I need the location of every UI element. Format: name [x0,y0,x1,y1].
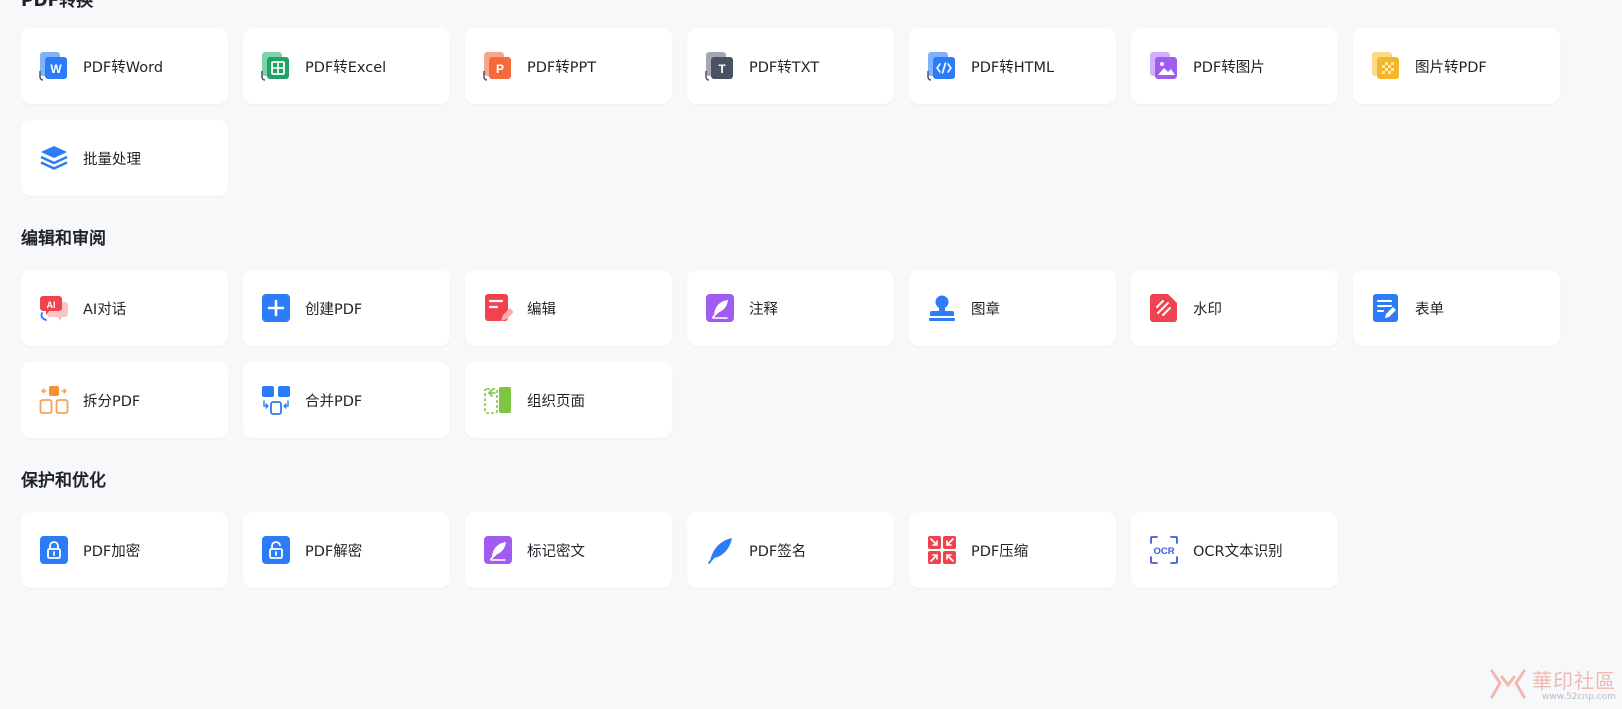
edit-tools-grid: AI AI对话 创建PDF 编辑 注释 图章 水印 表单 拆分PDF 合并PDF… [21,270,1581,438]
redact-icon [483,535,513,565]
form-icon [1371,293,1401,323]
tool-pdf-to-html[interactable]: PDF转HTML [909,28,1116,104]
tool-label: PDF加密 [83,543,141,560]
tool-create-pdf[interactable]: 创建PDF [243,270,450,346]
tool-label: 编辑 [527,301,556,318]
compress-icon [927,535,957,565]
tool-image-to-pdf[interactable]: 图片转PDF [1353,28,1560,104]
svg-text:OCR: OCR [1153,546,1174,557]
tool-label: PDF转Excel [305,59,387,76]
excel-file-icon [261,51,291,81]
image-to-pdf-icon [1371,51,1401,81]
tool-label: 合并PDF [305,393,363,410]
lock-icon [39,535,69,565]
tool-label: PDF转TXT [749,59,820,76]
ppt-file-icon: P [483,51,513,81]
tool-edit[interactable]: 编辑 [465,270,672,346]
ocr-icon: OCR [1149,535,1179,565]
svg-text:AI: AI [47,300,56,310]
tool-ai-chat[interactable]: AI AI对话 [21,270,228,346]
tool-label: PDF解密 [305,543,363,560]
txt-file-icon: T [705,51,735,81]
svg-text:W: W [50,62,62,76]
create-plus-icon [261,293,291,323]
tool-label: 图片转PDF [1415,59,1487,76]
tool-label: 表单 [1415,301,1444,318]
tool-label: 标记密文 [527,543,585,560]
watermark-logo-icon [1488,667,1528,705]
watermark-text: 華印社區 [1532,669,1616,693]
tool-label: PDF转图片 [1193,59,1265,76]
tool-batch-process[interactable]: 批量处理 [21,120,228,196]
tool-label: PDF转Word [83,59,164,76]
convert-tools-grid: W PDF转Word PDF转Excel P PDF转PPT T PDF转TXT… [21,28,1581,196]
tool-pdf-to-excel[interactable]: PDF转Excel [243,28,450,104]
tool-watermark[interactable]: 水印 [1131,270,1338,346]
watermark-icon [1149,293,1179,323]
tool-ocr[interactable]: OCR OCR文本识别 [1131,512,1338,588]
tool-label: 图章 [971,301,1000,318]
tool-pdf-compress[interactable]: PDF压缩 [909,512,1116,588]
tool-redact[interactable]: 标记密文 [465,512,672,588]
signature-feather-icon [705,535,735,565]
stamp-icon [927,293,957,323]
tool-label: OCR文本识别 [1193,543,1283,560]
tool-label: 注释 [749,301,778,318]
tool-annotate[interactable]: 注释 [687,270,894,346]
tool-label: 组织页面 [527,393,585,410]
svg-text:T: T [718,62,726,76]
unlock-icon [261,535,291,565]
tool-pdf-decrypt[interactable]: PDF解密 [243,512,450,588]
html-file-icon [927,51,957,81]
protect-tools-grid: PDF加密 PDF解密 标记密文 PDF签名 PDF压缩 OCR OCR文本识别 [21,512,1581,588]
tool-organize-pages[interactable]: 组织页面 [465,362,672,438]
tool-label: PDF转HTML [971,59,1055,76]
layers-icon [39,143,69,173]
tool-label: AI对话 [83,301,127,318]
tool-merge-pdf[interactable]: 合并PDF [243,362,450,438]
tool-label: PDF转PPT [527,59,597,76]
site-watermark: 華印社區 www.52cnp.com [1488,667,1616,705]
split-icon [39,385,69,415]
section-title-edit-review: 编辑和审阅 [21,229,106,249]
ai-chat-icon: AI [39,293,69,323]
tool-form[interactable]: 表单 [1353,270,1560,346]
merge-icon [261,385,291,415]
tool-pdf-to-ppt[interactable]: P PDF转PPT [465,28,672,104]
tool-pdf-to-word[interactable]: W PDF转Word [21,28,228,104]
tool-label: PDF签名 [749,543,807,560]
watermark-url: www.52cnp.com [1541,692,1616,702]
image-file-icon [1149,51,1179,81]
tool-label: 创建PDF [305,301,363,318]
tool-label: 批量处理 [83,151,141,168]
tool-label: PDF压缩 [971,543,1029,560]
annotate-feather-icon [705,293,735,323]
tool-pdf-to-image[interactable]: PDF转图片 [1131,28,1338,104]
tool-pdf-sign[interactable]: PDF签名 [687,512,894,588]
tool-split-pdf[interactable]: 拆分PDF [21,362,228,438]
word-file-icon: W [39,51,69,81]
organize-pages-icon [483,385,513,415]
svg-text:P: P [496,62,504,76]
tool-label: 水印 [1193,301,1222,318]
tool-stamp[interactable]: 图章 [909,270,1116,346]
tool-pdf-encrypt[interactable]: PDF加密 [21,512,228,588]
section-title-protect-optimize: 保护和优化 [21,471,106,491]
edit-doc-icon [483,293,513,323]
tool-label: 拆分PDF [83,393,141,410]
section-title-convert: PDF转换 [21,0,94,11]
tool-pdf-to-txt[interactable]: T PDF转TXT [687,28,894,104]
